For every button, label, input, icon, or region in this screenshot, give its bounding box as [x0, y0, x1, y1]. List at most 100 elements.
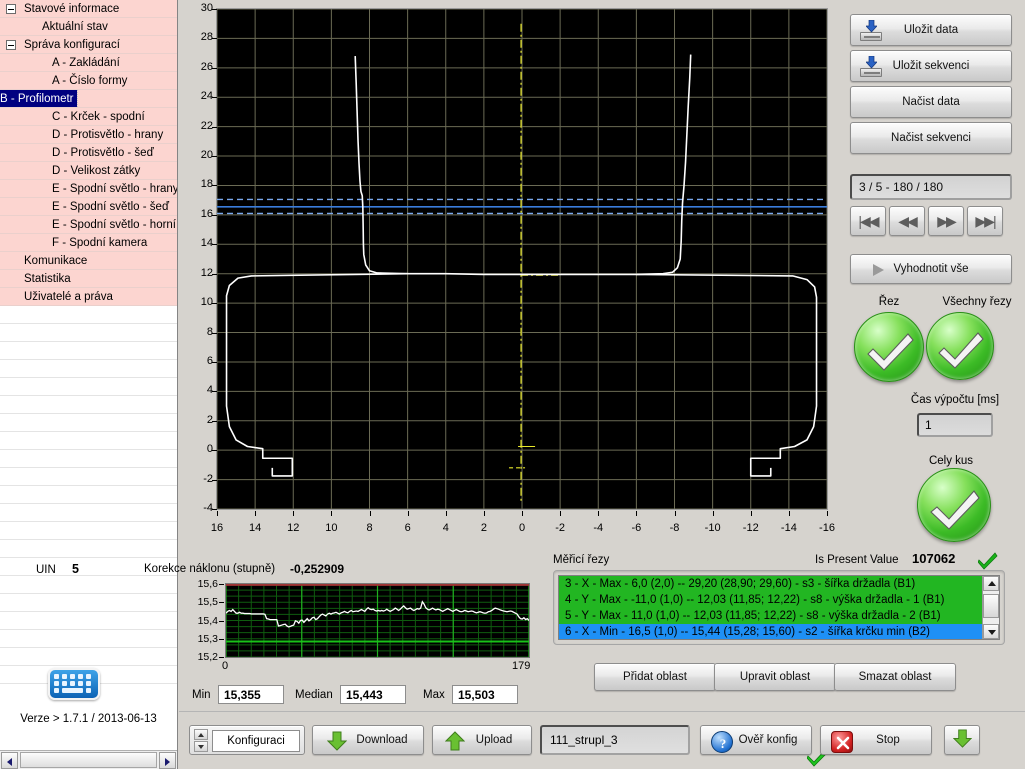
- sidebar-item-8[interactable]: D - Protisvětlo - šeď: [0, 144, 177, 162]
- whole-part-status-ok-icon: [917, 468, 991, 542]
- sidebar-item-label: D - Protisvětlo - šeď: [52, 147, 154, 159]
- help-question-icon: ?: [711, 731, 733, 753]
- sidebar-item-label: A - Zakládání: [52, 57, 120, 69]
- measuring-cuts-scrollbar[interactable]: [982, 576, 999, 639]
- scroll-thumb[interactable]: [20, 752, 157, 768]
- x-axis-tick-label: -12: [742, 522, 759, 534]
- sidebar-empty-row: [0, 594, 177, 612]
- sidebar-item-14[interactable]: Komunikace: [0, 252, 177, 270]
- konfiguraci-spinner-group[interactable]: Konfiguraci: [189, 725, 305, 755]
- sidebar-item-1[interactable]: Aktuální stav: [0, 18, 177, 36]
- sidebar-item-4[interactable]: A - Číslo formy: [0, 72, 177, 90]
- filename-field[interactable]: 111_strupl_3: [540, 725, 690, 755]
- scroll-left-icon[interactable]: [1, 751, 18, 769]
- sidebar-item-11[interactable]: E - Spodní světlo - šeď: [0, 198, 177, 216]
- x-axis-tick-label: 0: [518, 522, 526, 534]
- edit-area-label: Upravit oblast: [739, 671, 811, 683]
- load-data-button[interactable]: Načist data: [850, 86, 1012, 118]
- stop-button[interactable]: Stop: [820, 725, 932, 755]
- x-axis-tick-mark: [483, 511, 485, 516]
- edit-area-button[interactable]: Upravit oblast: [714, 663, 836, 691]
- sidebar-item-16[interactable]: Uživatelé a práva: [0, 288, 177, 306]
- evaluate-all-button[interactable]: Vyhodnotit vše: [850, 254, 1012, 284]
- download-green-button[interactable]: [944, 725, 980, 755]
- measuring-cuts-list[interactable]: 3 - X - Max - 6,0 (2,0) -- 29,20 (28,90;…: [558, 575, 1000, 640]
- x-axis-tick-label: 6: [404, 522, 411, 534]
- save-sequence-button[interactable]: Uložit sekvenci: [850, 50, 1012, 82]
- sidebar-item-label: Uživatelé a práva: [24, 291, 113, 303]
- y-axis-tick-mark: [212, 38, 217, 40]
- nav-last-button[interactable]: ▶▶|: [967, 206, 1003, 236]
- collapse-icon[interactable]: [6, 40, 16, 50]
- delete-area-button[interactable]: Smazat oblast: [834, 663, 956, 691]
- mini-y-axis-tick-label: 15,5: [197, 596, 218, 609]
- measuring-cut-row[interactable]: 3 - X - Max - 6,0 (2,0) -- 29,20 (28,90;…: [559, 576, 982, 592]
- bottom-toolbar: Konfiguraci Download Upload 111_strupl_3: [179, 713, 1025, 769]
- measuring-cut-row[interactable]: 4 - Y - Max - -11,0 (1,0) -- 12,03 (11,8…: [559, 592, 982, 608]
- mini-trend-plot[interactable]: [225, 583, 530, 658]
- sidebar-item-label: Statistika: [24, 273, 71, 285]
- scroll-right-icon[interactable]: [159, 751, 176, 769]
- profile-plot-area[interactable]: [216, 8, 828, 510]
- add-area-button[interactable]: Přidat oblast: [594, 663, 716, 691]
- verify-config-button[interactable]: ? Ověř konfig: [700, 725, 812, 755]
- x-axis-tick-label: -4: [593, 522, 604, 534]
- sidebar-item-13[interactable]: F - Spodní kamera: [0, 234, 177, 252]
- mini-x-end-tick: 179: [512, 660, 531, 672]
- x-axis-tick-label: 4: [442, 522, 449, 534]
- x-axis-tick-mark: [712, 511, 714, 516]
- keyboard-icon[interactable]: [48, 668, 100, 700]
- sidebar-item-10[interactable]: E - Spodní světlo - hrany: [0, 180, 177, 198]
- sidebar-item-label: C - Krček - spodní: [52, 111, 145, 123]
- y-axis-tick-label: 18: [200, 178, 213, 191]
- sidebar-item-12[interactable]: E - Spodní světlo - horní: [0, 216, 177, 234]
- measuring-cuts-scroll-thumb[interactable]: [983, 594, 999, 618]
- correction-value: -0,252909: [290, 562, 345, 576]
- mini-y-axis-tick-label: 15,3: [197, 632, 218, 645]
- sidebar-empty-row: [0, 306, 177, 324]
- mini-y-axis-tick-mark: [219, 620, 224, 622]
- x-axis-tick-mark: [217, 511, 218, 516]
- load-sequence-button[interactable]: Načist sekvenci: [850, 122, 1012, 154]
- sidebar-item-label: F - Spodní kamera: [52, 237, 148, 249]
- next-icon: ▶▶: [937, 212, 956, 229]
- y-axis-tick-mark: [212, 185, 217, 187]
- sidebar-horizontal-scrollbar[interactable]: [0, 750, 177, 769]
- profile-chart-panel: 30 28 26 24 22 20 18 16 14 12 10 8 6 4 2 0 -2 -4 16 14 12 10…: [179, 0, 841, 547]
- y-axis-tick-mark: [212, 450, 217, 452]
- sidebar-item-label: Stavové informace: [24, 3, 120, 15]
- nav-previous-button[interactable]: ◀◀: [889, 206, 925, 236]
- y-axis-tick-label: 20: [200, 149, 213, 162]
- all-cuts-status-ok-icon: [926, 312, 994, 380]
- sidebar-item-2[interactable]: Správa konfigurací: [0, 36, 177, 54]
- save-data-button[interactable]: Uložit data: [850, 14, 1012, 46]
- sidebar-item-6[interactable]: C - Krček - spodní: [0, 108, 177, 126]
- sidebar-empty-row: [0, 540, 177, 558]
- konfiguraci-value[interactable]: Konfiguraci: [212, 730, 300, 752]
- measuring-cut-row[interactable]: 6 - X - Min - 16,5 (1,0) -- 15,44 (15,28…: [559, 624, 982, 639]
- download-button[interactable]: Download: [312, 725, 424, 755]
- sidebar-empty-row: [0, 630, 177, 648]
- sidebar-item-label: D - Velikost zátky: [52, 165, 141, 177]
- sidebar-item-label: E - Spodní světlo - horní: [52, 219, 177, 231]
- sidebar-item-5[interactable]: B - Profilometr: [0, 90, 177, 108]
- sidebar-item-0[interactable]: Stavové informace: [0, 0, 177, 18]
- measuring-cut-row[interactable]: 5 - Y - Max - 11,0 (1,0) -- 12,03 (11,85…: [559, 608, 982, 624]
- nav-first-button[interactable]: |◀◀: [850, 206, 886, 236]
- y-axis-tick-mark: [212, 361, 217, 363]
- spinner-up-icon[interactable]: [194, 729, 208, 740]
- y-axis-tick-label: -2: [203, 472, 213, 485]
- y-axis-tick-mark: [212, 332, 217, 334]
- scroll-down-icon[interactable]: [983, 624, 999, 639]
- upload-button[interactable]: Upload: [432, 725, 532, 755]
- scroll-up-icon[interactable]: [983, 576, 999, 591]
- nav-next-button[interactable]: ▶▶: [928, 206, 964, 236]
- sidebar-item-label: D - Protisvětlo - hrany: [52, 129, 164, 141]
- sidebar-item-9[interactable]: D - Velikost zátky: [0, 162, 177, 180]
- sidebar-item-3[interactable]: A - Zakládání: [0, 54, 177, 72]
- spinner-down-icon[interactable]: [194, 741, 208, 752]
- sidebar-item-7[interactable]: D - Protisvětlo - hrany: [0, 126, 177, 144]
- collapse-icon[interactable]: [6, 4, 16, 14]
- sidebar-empty-row: [0, 396, 177, 414]
- sidebar-item-15[interactable]: Statistika: [0, 270, 177, 288]
